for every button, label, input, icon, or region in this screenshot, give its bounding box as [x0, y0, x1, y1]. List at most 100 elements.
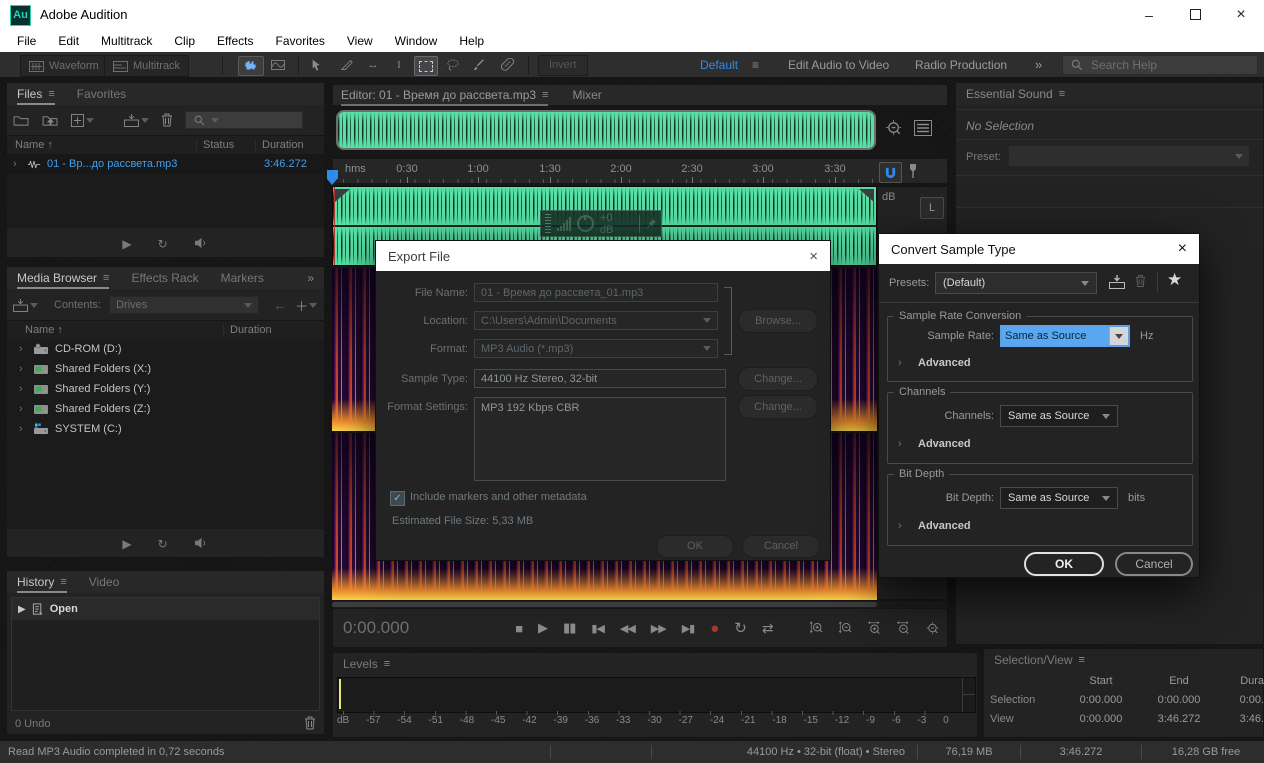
expand-chevron-icon[interactable]: ›	[19, 363, 27, 375]
sample-rate-combobox[interactable]: Same as Source	[1000, 325, 1130, 347]
presets-dropdown[interactable]: (Default)	[935, 272, 1097, 294]
slip-tool-icon[interactable]: ↔	[362, 56, 384, 74]
col-duration[interactable]: Duration	[223, 324, 324, 336]
file-name-field[interactable]: 01 - Время до рассвета_01.mp3	[474, 283, 718, 302]
selection-end[interactable]: 0:00.000	[1140, 694, 1218, 706]
loop-playback-button[interactable]: ↻	[734, 619, 746, 637]
col-status[interactable]: Status	[196, 139, 255, 151]
hud-gain-knob[interactable]	[577, 215, 594, 232]
tab-effects-rack[interactable]: Effects Rack	[131, 267, 198, 289]
view-duration[interactable]: 3:46.272	[1218, 713, 1264, 725]
menu-multitrack[interactable]: Multitrack	[90, 30, 163, 52]
panel-menu-icon[interactable]: ≡	[384, 658, 390, 670]
channels-advanced-toggle[interactable]: › Advanced	[898, 438, 971, 450]
pause-button[interactable]: ▮▮	[563, 620, 575, 636]
menu-clip[interactable]: Clip	[163, 30, 206, 52]
record-button[interactable]: ●	[710, 620, 718, 637]
format-dropdown[interactable]: MP3 Audio (*.mp3)	[474, 339, 718, 358]
zoom-reset-button[interactable]	[925, 619, 940, 637]
preview-loop-button[interactable]: ↻	[158, 237, 168, 251]
menu-view[interactable]: View	[336, 30, 384, 52]
selection-start[interactable]: 0:00.000	[1062, 694, 1140, 706]
playhead-marker[interactable]	[327, 170, 338, 179]
file-row[interactable]: › 01 - Вр...до рассвета.mp3 3:46.272	[7, 154, 324, 174]
close-icon[interactable]: ×	[809, 248, 818, 265]
col-name[interactable]: Name ↑	[7, 139, 196, 151]
sample-rate-advanced-toggle[interactable]: › Advanced	[898, 357, 971, 369]
snap-toggle-button[interactable]	[879, 162, 902, 183]
panel-menu-icon[interactable]: ≡	[48, 88, 54, 100]
gain-hud[interactable]: +0 dB	[540, 210, 662, 237]
timeline-ruler[interactable]: hms 0:30 1:00 1:30 2:00 2:30 3:00 3:30	[332, 158, 948, 184]
menu-effects[interactable]: Effects	[206, 30, 264, 52]
menu-help[interactable]: Help	[448, 30, 495, 52]
tab-favorites[interactable]: Favorites	[77, 83, 126, 105]
sample-rate-dropdown-arrow[interactable]	[1109, 327, 1128, 345]
history-entry-open[interactable]: ▶ Open	[12, 598, 319, 620]
rewind-button[interactable]: ◀◀	[620, 622, 635, 635]
workspace-menu-icon[interactable]: ≡	[752, 52, 759, 78]
multitrack-mode-button[interactable]: Multitrack	[104, 55, 189, 77]
tab-levels[interactable]: Levels≡	[343, 653, 390, 675]
channels-dropdown[interactable]: Same as Source	[1000, 405, 1118, 427]
new-content-icon[interactable]	[71, 114, 94, 127]
drive-row-cdrom[interactable]: › CD-ROM (D:)	[7, 339, 324, 359]
workspace-tab-edit-audio-to-video[interactable]: Edit Audio to Video	[788, 52, 889, 78]
spot-healing-brush-tool-icon[interactable]	[496, 56, 518, 74]
tab-selection-view[interactable]: Selection/View≡	[994, 649, 1085, 671]
menu-edit[interactable]: Edit	[47, 30, 90, 52]
auto-play-speaker-icon[interactable]	[194, 537, 209, 549]
menu-favorites[interactable]: Favorites	[265, 30, 336, 52]
browse-button[interactable]: Browse...	[738, 309, 818, 333]
tab-mixer[interactable]: Mixer	[572, 88, 601, 102]
tab-video[interactable]: Video	[89, 571, 119, 593]
stop-button[interactable]: ■	[515, 621, 522, 636]
menu-window[interactable]: Window	[384, 30, 449, 52]
paintbrush-tool-icon[interactable]	[468, 56, 490, 74]
zoom-full-icon[interactable]	[885, 119, 904, 138]
zoom-out-amplitude-button[interactable]	[838, 619, 853, 637]
export-ok-button[interactable]: OK	[656, 535, 734, 558]
tab-history[interactable]: History≡	[17, 571, 67, 593]
insert-into-multitrack-icon[interactable]	[124, 114, 149, 127]
media-import-icon[interactable]	[13, 299, 38, 312]
editor-options-icon[interactable]	[914, 120, 932, 136]
hud-pin-icon[interactable]	[646, 218, 657, 229]
preview-play-button[interactable]: ▶	[122, 237, 131, 251]
format-settings-change-button[interactable]: Change...	[738, 395, 818, 419]
panel-menu-icon[interactable]: ≡	[1079, 654, 1085, 666]
editor-hscrollbar[interactable]	[332, 601, 948, 608]
channel-left-button[interactable]: L	[920, 197, 944, 219]
auto-play-speaker-icon[interactable]	[194, 237, 209, 249]
search-help-input[interactable]	[1089, 57, 1243, 73]
panel-menu-icon[interactable]: ≡	[1059, 88, 1065, 100]
view-start[interactable]: 0:00.000	[1062, 713, 1140, 725]
tab-markers[interactable]: Markers	[221, 267, 264, 289]
include-markers-checkbox[interactable]: ✓	[390, 491, 405, 506]
lasso-selection-tool-icon[interactable]	[442, 56, 464, 74]
play-button[interactable]: ▶	[538, 620, 547, 636]
delete-file-icon[interactable]	[161, 113, 173, 127]
drive-row-system[interactable]: › SYSTEM (C:)	[7, 419, 324, 439]
import-file-icon[interactable]	[42, 114, 59, 127]
fade-in-handle[interactable]	[335, 189, 350, 202]
preview-play-button[interactable]: ▶	[122, 537, 131, 551]
marquee-selection-tool-icon[interactable]	[414, 56, 438, 76]
sample-type-field[interactable]: 44100 Hz Stereo, 32-bit	[474, 369, 726, 388]
sample-type-change-button[interactable]: Change...	[738, 367, 818, 391]
waveform-overview-navigator[interactable]	[336, 110, 876, 150]
view-end[interactable]: 3:46.272	[1140, 713, 1218, 725]
minimize-button[interactable]: –	[1126, 0, 1172, 30]
tab-files[interactable]: Files≡	[17, 83, 55, 105]
panel-menu-icon[interactable]: ≡	[103, 272, 109, 284]
workspace-tab-radio-production[interactable]: Radio Production	[915, 52, 1007, 78]
expand-chevron-icon[interactable]: ›	[19, 423, 27, 435]
expand-chevron-icon[interactable]: ›	[19, 383, 27, 395]
skip-to-end-button[interactable]: ▶▮	[682, 622, 695, 635]
sample-rate-selected-text[interactable]: Same as Source	[1002, 327, 1109, 345]
back-arrow-icon[interactable]: ←	[273, 297, 287, 313]
drive-row-z[interactable]: › Shared Folders (Z:)	[7, 399, 324, 419]
zoom-out-time-button[interactable]	[896, 619, 911, 637]
add-shortcut-icon[interactable]: ＋	[295, 296, 317, 315]
hud-grip-handle[interactable]	[545, 214, 551, 233]
